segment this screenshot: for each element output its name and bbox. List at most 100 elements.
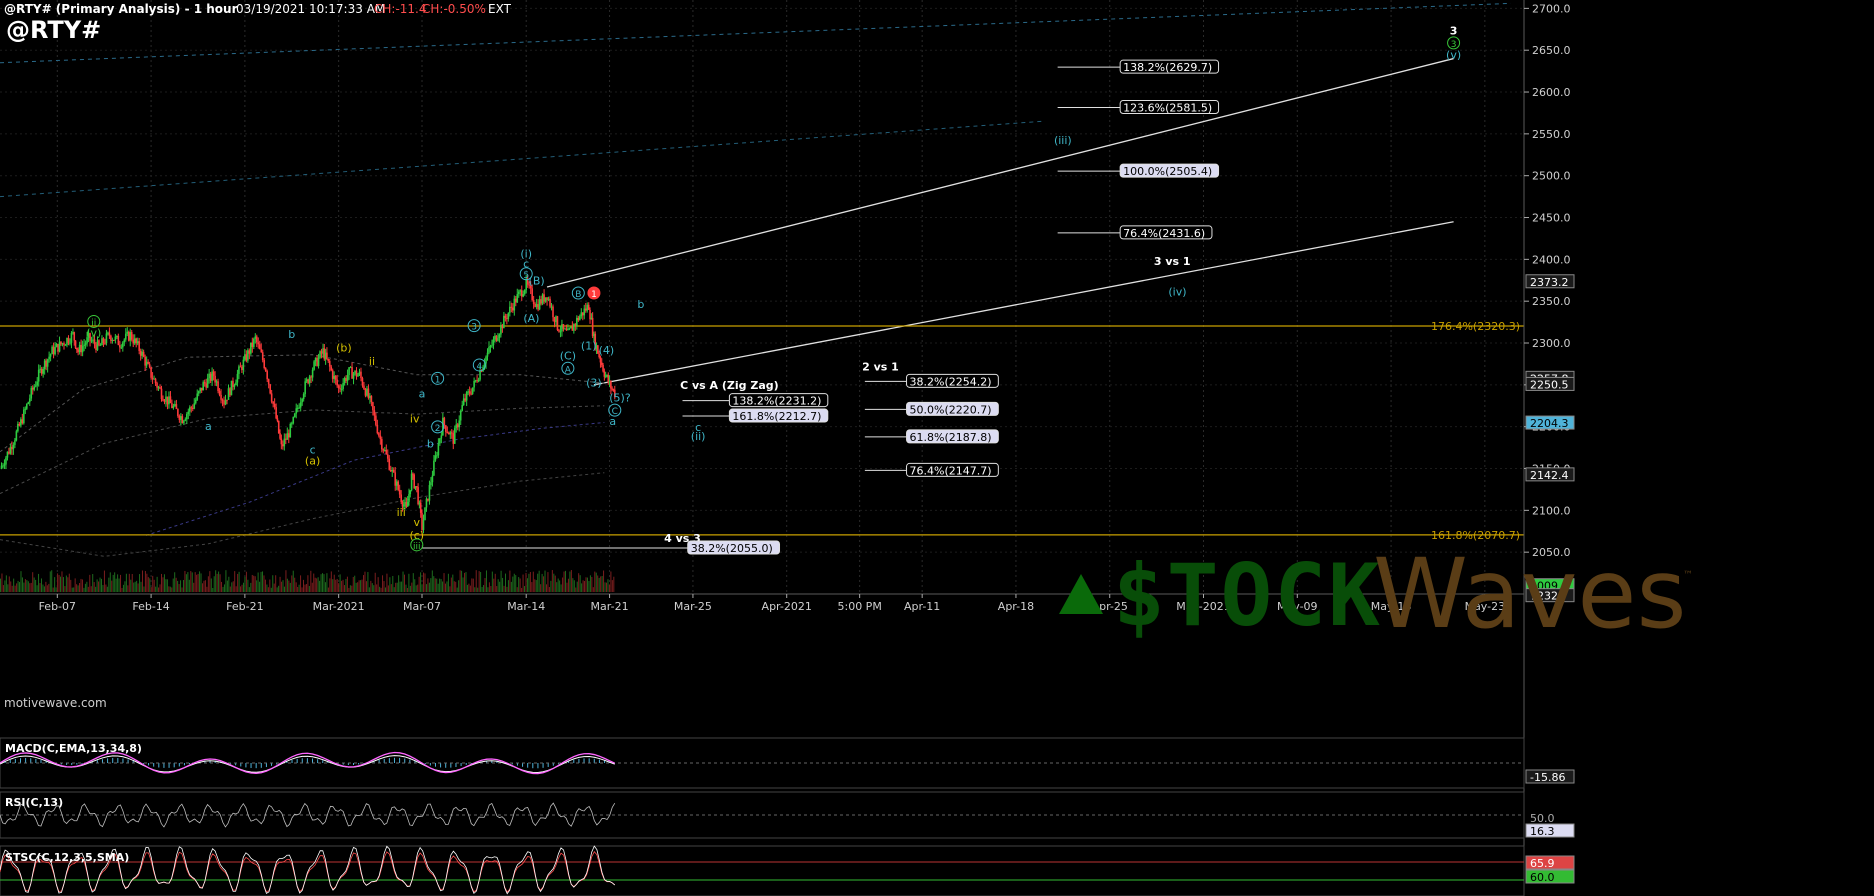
time-axis-label: Mar-25 bbox=[674, 600, 712, 613]
volume-bar bbox=[38, 573, 40, 592]
volume-bar bbox=[524, 586, 526, 592]
volume-bar bbox=[585, 577, 587, 592]
candle-body bbox=[517, 291, 520, 295]
candle-body bbox=[346, 375, 349, 381]
volume-bar bbox=[61, 571, 63, 592]
volume-bar bbox=[219, 574, 221, 592]
candle-body bbox=[398, 489, 401, 495]
candle-body bbox=[242, 359, 245, 371]
candle-body bbox=[331, 370, 334, 379]
volume-bar bbox=[77, 585, 79, 592]
candle-body bbox=[327, 358, 330, 361]
candle-body bbox=[99, 345, 102, 347]
volume-bar bbox=[392, 575, 394, 592]
volume-bar bbox=[99, 577, 101, 592]
macd-value: -15.86 bbox=[1530, 771, 1565, 784]
candle-body bbox=[111, 339, 114, 341]
wave-label: B bbox=[575, 290, 581, 300]
volume-bar bbox=[431, 570, 433, 592]
wave-label: c bbox=[523, 258, 529, 271]
volume-bar bbox=[90, 586, 92, 592]
candle-body bbox=[555, 316, 557, 323]
candle-body bbox=[497, 338, 499, 341]
volume-bar bbox=[120, 574, 122, 592]
candle-body bbox=[293, 413, 296, 417]
candle-body bbox=[456, 424, 459, 428]
volume-bar bbox=[48, 583, 50, 592]
volume-bar bbox=[11, 585, 13, 592]
candle-body bbox=[136, 341, 139, 344]
candle-body bbox=[154, 378, 157, 384]
volume-bar bbox=[424, 573, 426, 592]
candle-body bbox=[212, 371, 215, 376]
volume-bar bbox=[537, 573, 539, 592]
volume-bar bbox=[131, 574, 133, 592]
volume-bar bbox=[579, 575, 581, 592]
volume-bar bbox=[421, 584, 423, 592]
volume-bar bbox=[595, 572, 597, 592]
volume-bar bbox=[578, 573, 580, 592]
volume-bar bbox=[96, 579, 98, 592]
volume-bar bbox=[172, 578, 174, 592]
volume-bar bbox=[336, 578, 338, 592]
volume-bar bbox=[475, 570, 477, 592]
candle-body bbox=[266, 371, 268, 380]
volume-bar bbox=[534, 579, 536, 592]
candle-body bbox=[351, 367, 353, 379]
price-chart[interactable]: 176.4%(2320.3)161.8%(2070.7)3 vs 1138.2%… bbox=[0, 0, 1874, 896]
candle-body bbox=[577, 317, 580, 321]
candle-body bbox=[28, 398, 31, 403]
volume-bar bbox=[70, 579, 72, 592]
volume-bar bbox=[297, 586, 299, 592]
time-axis-label: Mar-14 bbox=[507, 600, 545, 613]
candle-body bbox=[221, 399, 224, 401]
volume-bar bbox=[518, 577, 520, 592]
candle-body bbox=[308, 376, 311, 384]
candle-body bbox=[0, 465, 3, 469]
volume-bar bbox=[222, 586, 224, 592]
candle-body bbox=[180, 416, 182, 420]
candle-body bbox=[558, 329, 560, 332]
candle-body bbox=[425, 498, 428, 508]
candle-body bbox=[532, 300, 535, 304]
candle-body bbox=[584, 308, 587, 311]
volume-bar bbox=[376, 584, 378, 592]
volume-bar bbox=[294, 577, 296, 592]
candle-body bbox=[470, 393, 472, 395]
volume-bar bbox=[553, 573, 555, 592]
candle-body bbox=[320, 351, 323, 354]
candle-body bbox=[174, 404, 176, 407]
volume-bar bbox=[122, 584, 124, 592]
volume-bar bbox=[262, 571, 264, 592]
volume-bar bbox=[87, 586, 89, 592]
volume-bar bbox=[84, 583, 86, 592]
candle-body bbox=[519, 290, 522, 292]
candle-body bbox=[236, 373, 239, 383]
candle-body bbox=[211, 371, 213, 381]
candle-body bbox=[286, 433, 289, 440]
candle-body bbox=[476, 380, 478, 382]
volume-bar bbox=[540, 584, 542, 592]
candle-body bbox=[269, 384, 271, 394]
time-axis-label: May-2021 bbox=[1176, 600, 1231, 613]
candle-body bbox=[385, 449, 388, 455]
volume-bar bbox=[20, 571, 22, 592]
candle-body bbox=[27, 402, 30, 404]
wave-label: (v) bbox=[1446, 49, 1461, 62]
volume-bar bbox=[411, 582, 413, 592]
candle-body bbox=[220, 394, 222, 400]
candle-body bbox=[251, 342, 254, 347]
candle-body bbox=[264, 368, 267, 372]
candle-body bbox=[227, 388, 230, 400]
candle-body bbox=[354, 370, 356, 374]
volume-bar bbox=[51, 570, 53, 592]
candle-body bbox=[506, 318, 508, 320]
volume-bar bbox=[316, 578, 318, 592]
volume-bar bbox=[288, 580, 290, 592]
volume-bar bbox=[393, 587, 395, 592]
wave-label: (A) bbox=[523, 312, 539, 325]
candle-body bbox=[270, 393, 273, 402]
chart-datetime: 03/19/2021 10:17:33 AM bbox=[236, 2, 386, 16]
volume-bar bbox=[254, 576, 256, 592]
volume-bar bbox=[106, 586, 108, 592]
